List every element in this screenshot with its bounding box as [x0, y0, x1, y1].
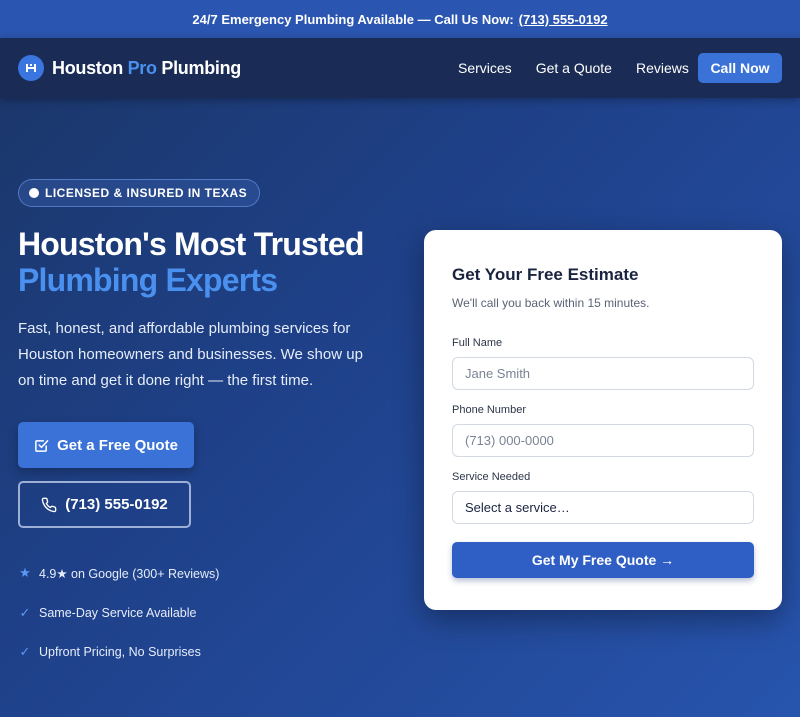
feature-same-day: ✓ Same-Day Service Available [18, 605, 197, 621]
full-name-input[interactable]: Jane Smith [452, 357, 754, 390]
checkbox-icon [34, 438, 49, 453]
submit-quote-button[interactable]: Get My Free Quote → [452, 542, 754, 578]
headline-line-2: Plumbing Experts [18, 262, 278, 298]
nav-link-services[interactable]: Services [458, 60, 512, 76]
check-icon: ✓ [19, 644, 31, 659]
license-badge: LICENSED & INSURED IN TEXAS [18, 179, 261, 207]
hero-lead: Fast, honest, and affordable plumbing se… [18, 320, 363, 389]
feature-rating: ★ 4.9★ on Google (300+ Reviews) [18, 565, 219, 581]
badge-text: LICENSED & INSURED IN TEXAS [45, 186, 248, 200]
nav-links: Services Get a Quote Reviews [458, 38, 713, 98]
call-phone-label: (713) 555-0192 [65, 496, 168, 513]
phone-number-label: Phone Number [452, 404, 526, 416]
feature-pricing-text: Upfront Pricing, No Surprises [39, 645, 201, 659]
full-name-label: Full Name [452, 337, 503, 349]
feature-pricing: ✓ Upfront Pricing, No Surprises [18, 644, 201, 660]
brand-logo[interactable]: Houston Pro Plumbing [18, 55, 241, 81]
feature-rating-text: 4.9★ on Google (300+ Reviews) [39, 566, 220, 581]
emergency-text: 24/7 Emergency Plumbing Available — Call… [192, 11, 514, 27]
brand-name: Houston Pro Plumbing [52, 58, 241, 79]
form-subtitle: We'll call you back within 15 minutes. [452, 296, 650, 310]
feature-same-day-text: Same-Day Service Available [39, 606, 197, 620]
form-title: Get Your Free Estimate [452, 265, 639, 284]
call-phone-button[interactable]: (713) 555-0192 [18, 481, 191, 528]
phone-icon [41, 497, 57, 513]
get-free-quote-label: Get a Free Quote [57, 436, 178, 454]
star-icon: ★ [19, 565, 31, 580]
nav-link-get-a-quote[interactable]: Get a Quote [536, 60, 612, 76]
service-select[interactable]: Select a service… [452, 491, 754, 524]
brand-name-part3: Plumbing [156, 57, 241, 78]
badge-dot-icon [29, 188, 39, 198]
get-free-quote-button[interactable]: Get a Free Quote [18, 422, 194, 468]
estimate-form-card: Get Your Free Estimate We'll call you ba… [424, 230, 782, 610]
hero-headline: Houston's Most Trusted Plumbing Experts [18, 226, 408, 298]
logo-icon [18, 55, 44, 81]
phone-number-placeholder: (713) 000-0000 [465, 433, 554, 448]
brand-name-highlight: Pro [127, 57, 157, 78]
service-needed-label: Service Needed [452, 471, 531, 483]
nav-link-reviews[interactable]: Reviews [636, 60, 689, 76]
phone-number-input[interactable]: (713) 000-0000 [452, 424, 754, 457]
headline-line-1: Houston's Most Trusted [18, 226, 364, 262]
emergency-phone-link[interactable]: (713) 555-0192 [519, 12, 608, 27]
check-icon: ✓ [19, 605, 31, 620]
brand-name-part1: Houston [52, 57, 128, 78]
emergency-banner: 24/7 Emergency Plumbing Available — Call… [0, 0, 800, 38]
call-now-button[interactable]: Call Now [698, 53, 782, 83]
full-name-placeholder: Jane Smith [465, 366, 531, 381]
service-select-value: Select a service… [465, 500, 570, 515]
main-nav: Houston Pro Plumbing Services Get a Quot… [0, 38, 800, 98]
